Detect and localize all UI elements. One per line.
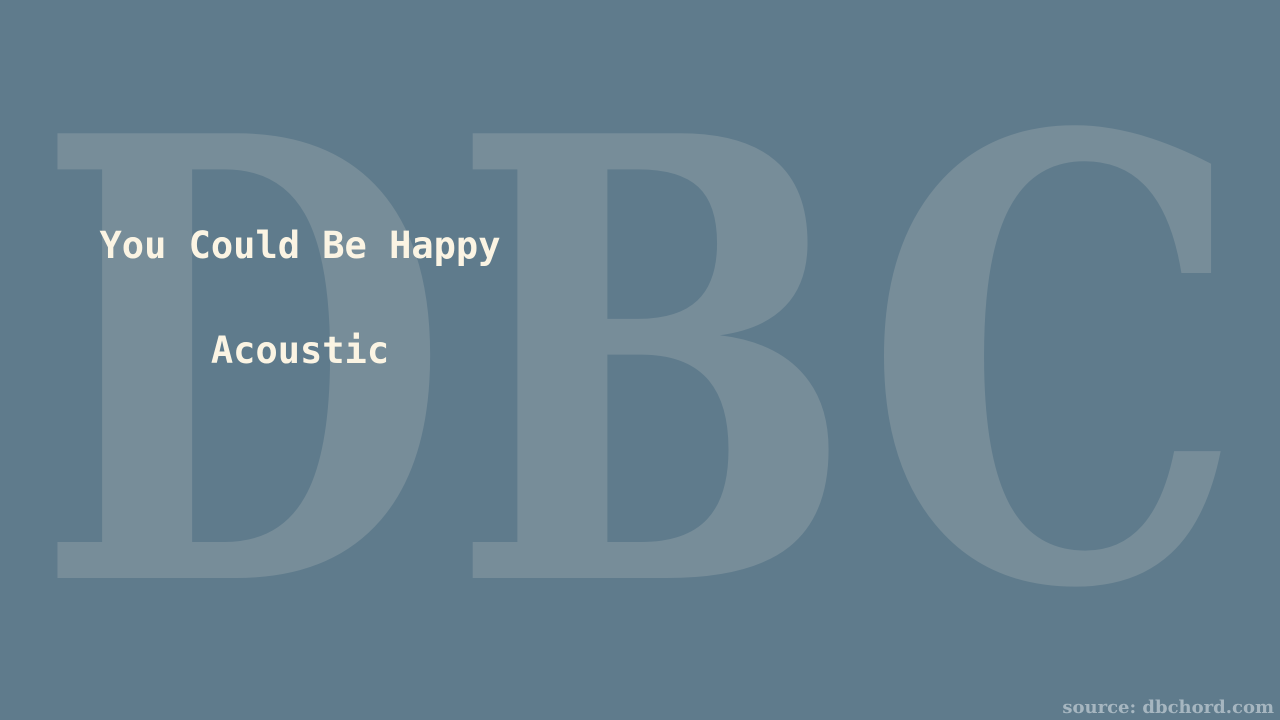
song-subtitle: Acoustic xyxy=(210,329,390,372)
song-title: You Could Be Happy xyxy=(99,224,501,267)
source-credit: source: dbchord.com xyxy=(1062,697,1274,718)
